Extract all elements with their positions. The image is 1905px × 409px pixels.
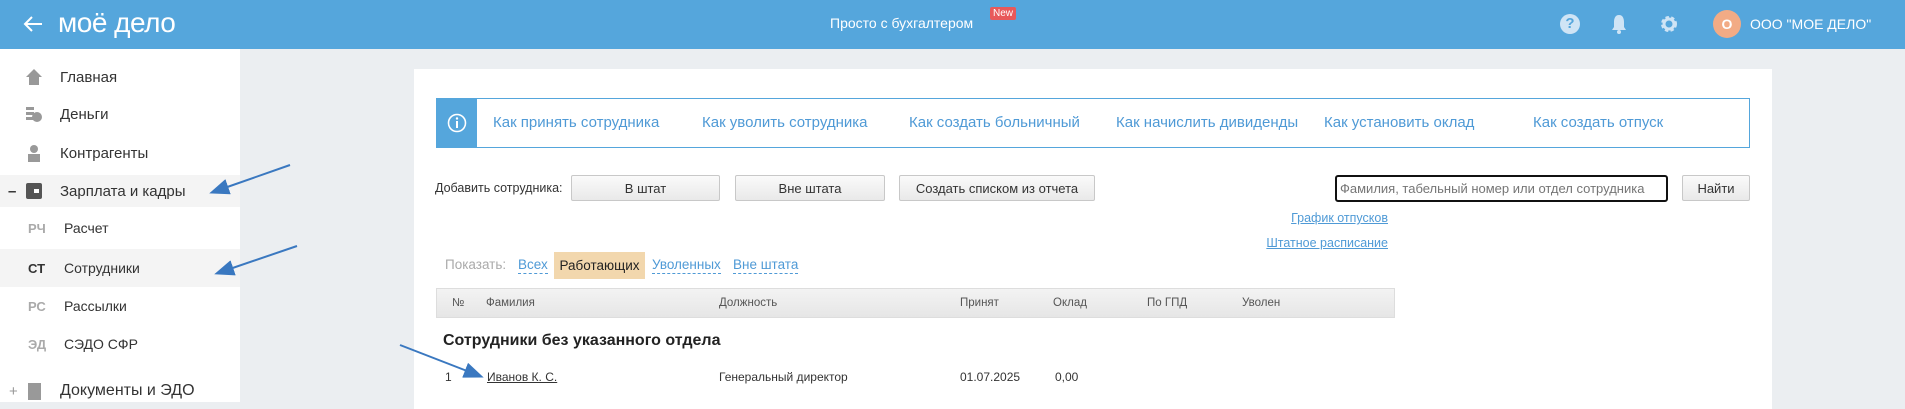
sidebar-item-contractors[interactable]: Контрагенты bbox=[0, 136, 240, 170]
help-links-bar: Как принять сотрудника Как уволить сотру… bbox=[436, 98, 1750, 148]
bell-icon[interactable] bbox=[1610, 13, 1628, 35]
help-link[interactable]: Как установить оклад bbox=[1324, 114, 1474, 131]
help-link[interactable]: Как принять сотрудника bbox=[493, 114, 659, 131]
sidebar-item-home[interactable]: Главная bbox=[0, 60, 240, 94]
col-num: № bbox=[452, 297, 465, 309]
filter-dismissed[interactable]: Уволенных bbox=[652, 256, 721, 274]
help-link[interactable]: Как создать отпуск bbox=[1533, 114, 1663, 131]
row-hired: 01.07.2025 bbox=[960, 370, 1021, 384]
home-icon bbox=[26, 69, 42, 85]
help-link[interactable]: Как начислить дивиденды bbox=[1116, 114, 1298, 131]
contractor-icon bbox=[28, 145, 40, 162]
search-input[interactable] bbox=[1335, 175, 1668, 202]
create-from-report-button[interactable]: Создать списком из отчета bbox=[899, 175, 1095, 201]
org-name[interactable]: ООО "МОЕ ДЕЛО" bbox=[1750, 16, 1871, 32]
col-salary[interactable]: Оклад bbox=[1053, 297, 1087, 309]
wallet-icon bbox=[26, 183, 42, 199]
sidebar-sub-payroll[interactable]: РЧ Расчет bbox=[0, 211, 240, 245]
sidebar-sub-mailings[interactable]: РС Рассылки bbox=[0, 289, 240, 323]
staffing-table-link[interactable]: Штатное расписание bbox=[1266, 236, 1388, 250]
filter-all[interactable]: Всех bbox=[518, 256, 548, 274]
row-salary: 0,00 bbox=[1055, 370, 1079, 384]
row-num: 1 bbox=[445, 370, 452, 384]
col-name[interactable]: Фамилия bbox=[486, 297, 535, 309]
group-title: Сотрудники без указанного отдела bbox=[443, 332, 721, 349]
filter-working[interactable]: Работающих bbox=[554, 252, 645, 279]
top-header: моё дело Просто с бухгалтером New ? О ОО… bbox=[0, 0, 1905, 49]
help-icon[interactable]: ? bbox=[1560, 14, 1580, 34]
add-employee-label: Добавить сотрудника: bbox=[435, 181, 563, 195]
search-button[interactable]: Найти bbox=[1682, 175, 1750, 201]
money-icon bbox=[26, 107, 42, 122]
col-dismissed[interactable]: Уволен bbox=[1242, 297, 1280, 309]
sidebar-sub-employees[interactable]: СТ Сотрудники bbox=[0, 249, 240, 287]
avatar[interactable]: О bbox=[1713, 10, 1741, 38]
info-icon bbox=[437, 99, 477, 147]
vacation-schedule-link[interactable]: График отпусков bbox=[1291, 211, 1388, 225]
center-title[interactable]: Просто с бухгалтером bbox=[830, 15, 973, 31]
folder-icon bbox=[28, 383, 41, 400]
sidebar: Главная Деньги Контрагенты – Зарплата и к… bbox=[0, 49, 240, 402]
filter-nonstaff[interactable]: Вне штата bbox=[733, 256, 799, 274]
help-link[interactable]: Как уволить сотрудника bbox=[702, 114, 867, 131]
help-link[interactable]: Как создать больничный bbox=[909, 114, 1080, 131]
row-position: Генеральный директор bbox=[719, 370, 848, 384]
sidebar-item-money[interactable]: Деньги bbox=[0, 97, 240, 131]
new-badge: New bbox=[990, 7, 1017, 20]
add-staff-button[interactable]: В штат bbox=[571, 175, 720, 201]
col-hired[interactable]: Принят bbox=[960, 297, 999, 309]
sidebar-item-documents[interactable]: + Документы и ЭДО bbox=[0, 374, 240, 408]
col-position[interactable]: Должность bbox=[719, 297, 777, 309]
employee-name-link[interactable]: Иванов К. С. bbox=[487, 370, 557, 384]
logo[interactable]: моё дело bbox=[58, 7, 176, 39]
arrow-left-icon[interactable] bbox=[22, 14, 44, 34]
add-nonstaff-button[interactable]: Вне штата bbox=[735, 175, 885, 201]
col-gpd[interactable]: По ГПД bbox=[1147, 297, 1187, 309]
sidebar-sub-sedo[interactable]: ЭД СЭДО СФР bbox=[0, 327, 240, 361]
gear-icon[interactable] bbox=[1659, 14, 1679, 34]
sidebar-item-salary[interactable]: – Зарплата и кадры bbox=[0, 175, 240, 207]
filter-label: Показать: bbox=[445, 257, 507, 272]
